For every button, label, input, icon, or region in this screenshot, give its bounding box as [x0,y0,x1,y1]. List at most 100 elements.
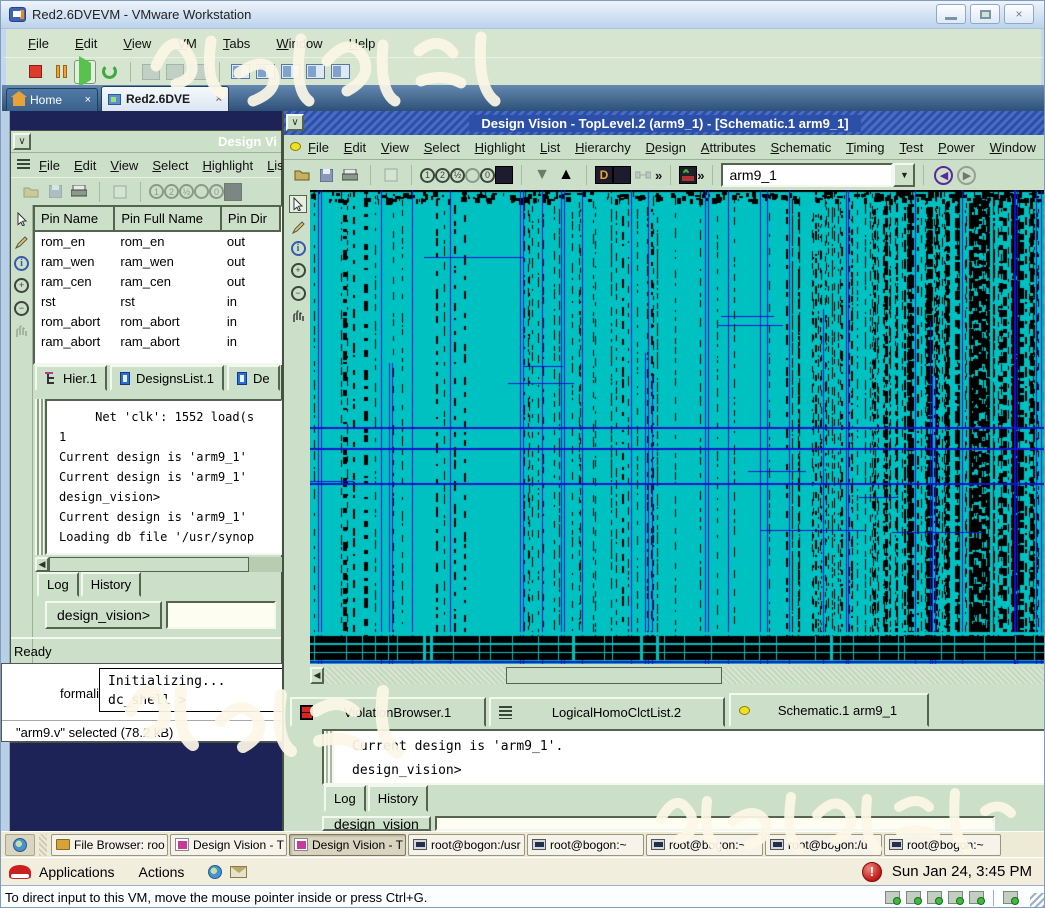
dvf-menu-view[interactable]: View [381,140,409,155]
dvf-menu-design[interactable]: Design [646,140,686,155]
move-down-icon[interactable]: ▼ [532,166,552,184]
zoom-2-icon[interactable]: 2 [164,184,179,199]
dvf-menu-select[interactable]: Select [424,140,460,155]
cdrom-device-icon[interactable] [885,891,900,904]
table-row[interactable]: ram_cenram_cenout [35,271,280,291]
schematic-view-icon[interactable] [613,166,631,184]
dvb-log-hscrollbar[interactable]: ◀ [35,557,283,572]
dropdown-icon[interactable]: ▼ [893,163,915,187]
dvf-menu-power[interactable]: Power [938,140,975,155]
tab-vm-close-icon[interactable]: × [216,93,222,105]
snapshot-manager-button[interactable] [190,64,208,80]
tab-schematic1[interactable]: Schematic.1 arm9_1 [729,693,929,727]
power-off-button[interactable] [25,62,45,82]
show-desktop-button[interactable] [5,834,35,856]
dvf-menu-highlight[interactable]: Highlight [475,140,526,155]
dvb-command-input[interactable] [166,601,276,629]
tab-home-close-icon[interactable]: × [85,94,91,106]
taskbar-terminal-5[interactable]: root@bogon:~ [884,834,1001,856]
menu-tabs[interactable]: Tabs [223,36,250,51]
select-tool-icon[interactable] [289,195,307,213]
edit-tool-icon[interactable] [13,233,31,251]
print-icon[interactable] [340,166,360,184]
tab-home[interactable]: Home × [6,88,98,111]
tab-violationbrowser[interactable]: ViolationBrowser.1 [290,697,486,727]
actions-menu[interactable]: Actions [139,864,185,880]
select-tool-icon[interactable] [13,210,31,228]
browser-launcher-icon[interactable] [208,865,222,879]
info-tool-icon[interactable]: i [14,256,29,271]
taskbar-terminal-2[interactable]: root@bogon:~ [527,834,644,856]
revert-button[interactable] [166,64,184,80]
dvb-window-menu-button[interactable]: ∨ [13,133,31,150]
back-icon[interactable]: ◀ [934,166,953,185]
dvf-console[interactable]: Current design is 'arm9_1'. design_visio… [322,729,1045,785]
menu-edit[interactable]: Edit [75,36,97,51]
dvf-menu-hierarchy[interactable]: Hierarchy [575,140,631,155]
dvb-menu-view[interactable]: View [110,158,138,173]
waveform-icon[interactable] [679,166,697,184]
snapshot-button[interactable] [142,64,160,80]
dvf-tab-history[interactable]: History [368,785,428,812]
dvb-tab-history[interactable]: History [81,572,141,597]
zoom-out-tool-icon[interactable]: − [13,299,31,317]
log-splitter[interactable] [35,399,44,555]
tab-hier1[interactable]: Hier.1 [35,365,107,391]
taskbar-terminal-3[interactable]: root@bogon:~ [646,834,763,856]
tab-vm-red26dvevm[interactable]: Red2.6DVE × [101,86,229,111]
console-splitter[interactable] [324,731,334,783]
table-row[interactable]: rom_enrom_enout [35,231,280,251]
open-icon[interactable] [21,183,41,201]
menu-view[interactable]: View [123,36,151,51]
dvf-window-menu-button[interactable]: ∨ [286,114,304,131]
alert-notification-icon[interactable]: ! [862,862,882,882]
panel-clock[interactable]: Sun Jan 24, 3:45 PM [892,863,1032,880]
sound-device-icon[interactable] [948,891,963,904]
taskbar-file-browser[interactable]: File Browser: roo [51,834,168,856]
dvb-log-panel[interactable]: Net 'clk': 1552 load(s 1 Current design … [45,399,283,555]
pan-icon[interactable] [194,184,209,199]
scroll-left-icon[interactable]: ◀ [310,667,324,684]
suspend-button[interactable] [51,62,71,82]
edit-tool-icon[interactable] [289,218,307,236]
zoom-in-tool-icon[interactable]: + [289,261,307,279]
dvf-menu-timing[interactable]: Timing [846,140,885,155]
show-sidebar-button[interactable] [231,64,250,79]
tab-designslist1[interactable]: DesignsList.1 [110,365,224,391]
timing-path-icon[interactable] [633,166,653,184]
dvf-menu-file[interactable]: File [308,140,329,155]
dvf-prompt-button[interactable]: design_vision [322,816,431,831]
message-log-icon[interactable] [1003,891,1018,904]
zoom-in-tool-icon[interactable]: + [13,276,31,294]
fullscreen-button[interactable] [281,64,300,79]
network-device-icon[interactable] [927,891,942,904]
table-row[interactable]: ram_abortram_abortin [35,331,280,351]
properties-icon[interactable] [110,183,130,201]
applications-menu[interactable]: Applications [39,864,115,880]
scroll-left-icon[interactable]: ◀ [35,557,49,572]
harddisk-device-icon[interactable] [906,891,921,904]
close-button[interactable]: × [1004,4,1034,24]
email-launcher-icon[interactable] [230,866,247,878]
zoom-0-icon[interactable]: 0 [480,168,495,183]
print-icon[interactable] [69,183,89,201]
console-view-button[interactable] [256,64,275,79]
file-label[interactable]: formali [32,686,99,701]
zoom-1-icon[interactable]: 1 [149,184,164,199]
dvb-menu-highlight[interactable]: Highlight [202,158,253,173]
toolbar-overflow-chevron[interactable]: » [697,168,704,183]
dvb-menu-select[interactable]: Select [152,158,188,173]
unity-button[interactable] [306,64,325,79]
dvf-menu-list[interactable]: List [540,140,560,155]
tab-de[interactable]: De [227,365,280,391]
redhat-menu-icon[interactable] [9,865,31,879]
tab-logicalhomoclctlist[interactable]: LogicalHomoClctList.2 [489,697,725,727]
schematic-canvas[interactable] [310,190,1045,664]
taskbar-design-vision-1[interactable]: Design Vision - T [170,834,287,856]
design-selector-value[interactable]: arm9_1 [721,163,893,187]
dvf-menu-edit[interactable]: Edit [344,140,366,155]
dvf-titlebar[interactable]: ∨ Design Vision - TopLevel.2 (arm9_1) - … [284,111,1045,135]
dvf-tab-log[interactable]: Log [324,785,366,812]
zoom-1-icon[interactable]: 1 [420,168,435,183]
dvf-menu-window[interactable]: Window [990,140,1036,155]
